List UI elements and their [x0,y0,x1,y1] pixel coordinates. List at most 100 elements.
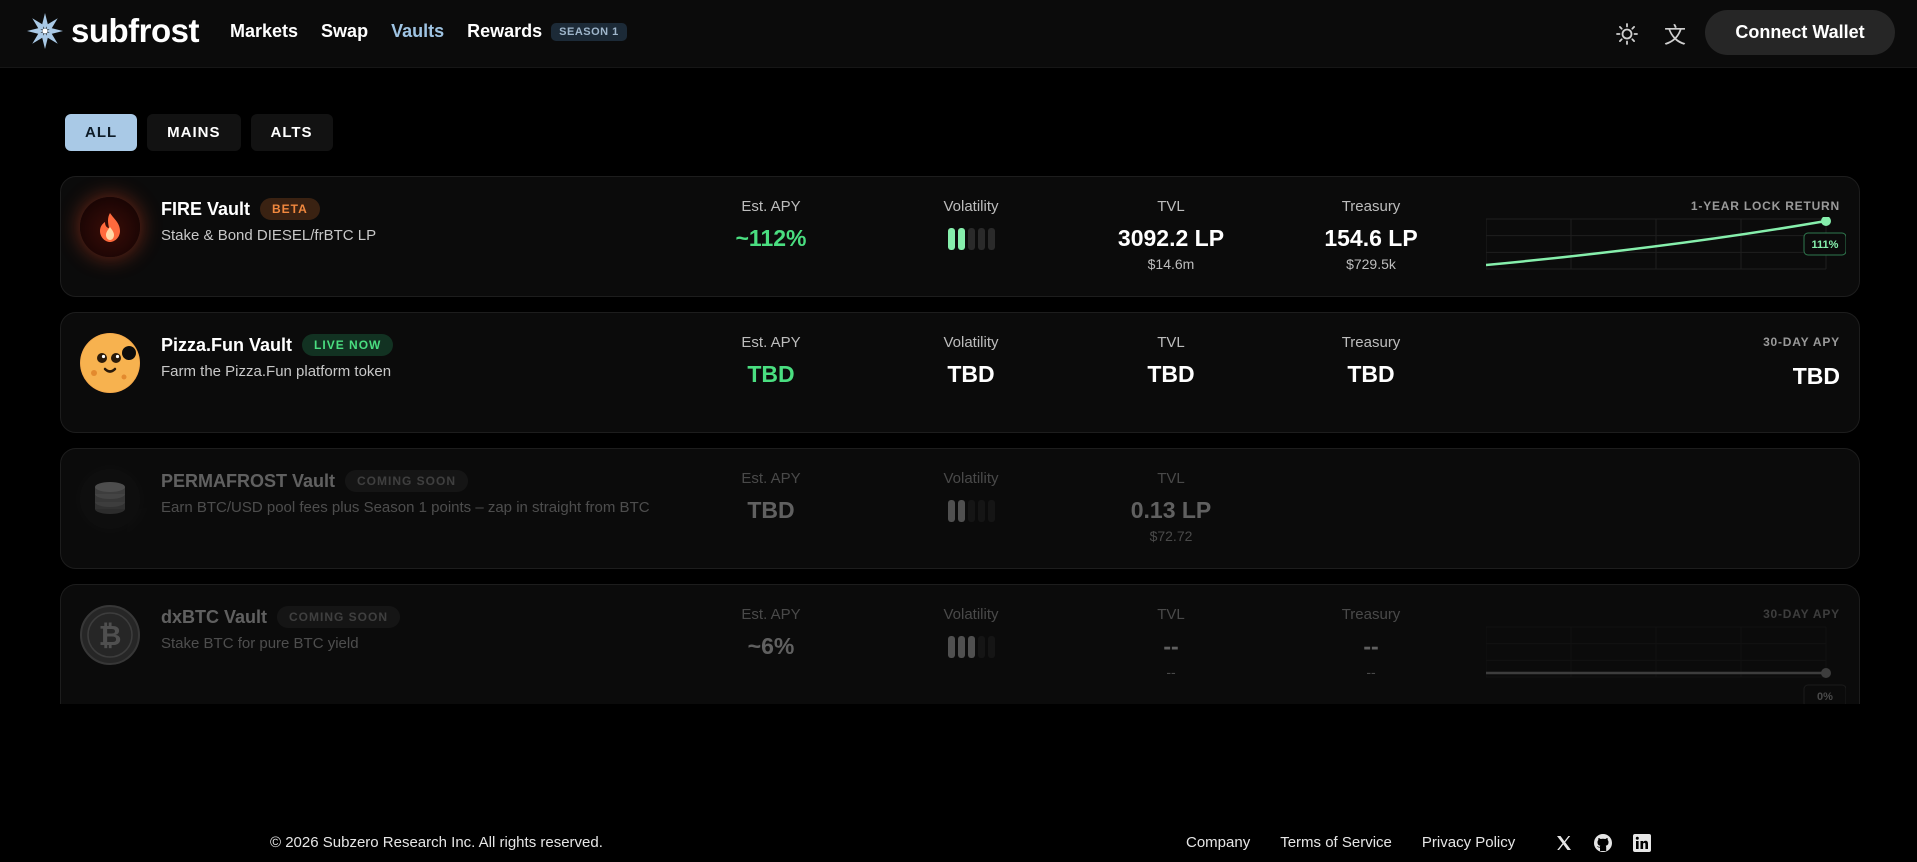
treasury-usd: -- [1366,664,1376,680]
apy-label: Est. APY [741,606,801,623]
live-now-badge: LIVE NOW [302,334,394,356]
content-fade [0,704,1917,744]
top-nav: subfrost Markets Swap Vaults Rewards SEA… [0,0,1917,68]
connect-wallet-button[interactable]: Connect Wallet [1705,10,1895,55]
volatility-meter [871,500,1071,522]
snowflake-icon [27,13,63,49]
treasury-value: TBD [1347,361,1395,387]
volatility-bar [977,228,985,250]
vault-description: Stake & Bond DIESEL/frBTC LP [161,227,377,244]
volatility-bar [987,228,995,250]
footer-copyright: © 2026 Subzero Research Inc. All rights … [270,834,603,851]
apy-label: Est. APY [741,470,801,487]
volatility-label: Volatility [943,334,999,351]
volatility-bar [947,636,955,658]
nav-links: Markets Swap Vaults Rewards SEASON 1 [230,21,627,42]
volatility-stat: Volatility TBD [871,334,1071,388]
thirty-day-apy-label: 30-DAY APY [1763,607,1840,621]
vault-card-pizza-fun[interactable]: Pizza.Fun Vault LIVE NOW Farm the Pizza.… [60,312,1860,433]
coin-stack-icon [80,469,140,529]
tvl-label: TVL [1157,470,1185,487]
volatility-bar [957,636,965,658]
treasury-label: Treasury [1341,334,1401,351]
volatility-bar [977,636,985,658]
apy-value: ~112% [735,225,807,251]
footer-links: Company Terms of Service Privacy Policy [1186,834,1515,851]
vault-description: Stake BTC for pure BTC yield [161,635,359,652]
volatility-bar [967,636,975,658]
nav-link-swap[interactable]: Swap [321,21,368,42]
theme-toggle-sun-icon[interactable] [1611,18,1643,50]
volatility-value: TBD [947,361,995,387]
footer-link-privacy[interactable]: Privacy Policy [1422,834,1515,851]
volatility-bar [947,500,955,522]
nav-link-vaults[interactable]: Vaults [391,21,444,42]
tvl-value: TBD [1147,361,1195,387]
volatility-bar [957,228,965,250]
volatility-label: Volatility [943,198,999,215]
apy-stat: Est. APY ~6% [671,606,871,660]
treasury-value: 154.6 LP [1324,225,1418,251]
footer-link-company[interactable]: Company [1186,834,1250,851]
tvl-usd: -- [1166,664,1176,680]
treasury-stat: Treasury 154.6 LP $729.5k [1271,198,1471,272]
filter-all[interactable]: ALL [65,114,138,151]
vault-card-fire[interactable]: FIRE Vault BETA Stake & Bond DIESEL/frBT… [60,176,1860,297]
filter-mains[interactable]: MAINS [147,114,241,151]
treasury-value: -- [1363,633,1379,659]
volatility-bar [987,500,995,522]
bitcoin-icon: ₿ [80,605,140,665]
treasury-stat: Treasury TBD [1271,334,1471,388]
apy-value: TBD [747,361,795,387]
thirty-day-apy-chart: 0% [1486,626,1846,704]
github-icon[interactable] [1592,832,1614,854]
volatility-label: Volatility [943,606,999,623]
vault-name: FIRE Vault [161,198,251,219]
lock-return-chart: 111% [1486,217,1846,270]
fire-icon [80,197,140,257]
filter-alts[interactable]: ALTS [250,114,333,151]
volatility-bar [967,228,975,250]
vault-description: Earn BTC/USD pool fees plus Season 1 poi… [161,499,650,516]
vault-description: Farm the Pizza.Fun platform token [161,363,392,380]
volatility-meter [871,228,1071,250]
coming-soon-badge: COMING SOON [277,606,401,628]
nav-link-rewards[interactable]: Rewards [467,21,542,42]
svg-text:₿: ₿ [99,619,122,652]
linkedin-icon[interactable] [1631,832,1653,854]
vault-card-permafrost[interactable]: PERMAFROST Vault COMING SOON Earn BTC/US… [60,448,1860,569]
tvl-label: TVL [1157,606,1185,623]
vault-card-dxbtc[interactable]: ₿ dxBTC Vault COMING SOON Stake BTC for … [60,584,1860,704]
tvl-value: -- [1163,633,1179,659]
thirty-day-apy-label: 30-DAY APY [1763,335,1840,349]
volatility-stat: Volatility [871,470,1071,522]
apy-stat: Est. APY TBD [671,470,871,524]
end-label: 111% [1812,239,1839,251]
tvl-stat: TVL TBD [1071,334,1271,388]
tvl-value: 3092.2 LP [1117,225,1225,251]
volatility-bar [967,500,975,522]
footer-link-terms[interactable]: Terms of Service [1280,834,1392,851]
tvl-stat: TVL 3092.2 LP $14.6m [1071,198,1271,272]
treasury-usd: $729.5k [1346,256,1396,272]
tvl-usd: $14.6m [1147,256,1195,272]
coming-soon-badge: COMING SOON [345,470,469,492]
x-twitter-icon[interactable] [1553,832,1575,854]
volatility-bar [957,500,965,522]
tvl-usd: $72.72 [1149,528,1193,544]
brand-logo[interactable]: subfrost [25,11,200,51]
treasury-label: Treasury [1341,198,1401,215]
apy-label: Est. APY [741,198,801,215]
tvl-label: TVL [1157,334,1185,351]
tvl-stat: TVL 0.13 LP $72.72 [1071,470,1271,544]
language-icon[interactable]: 文 [1659,18,1691,50]
volatility-stat: Volatility [871,198,1071,250]
nav-link-markets[interactable]: Markets [230,21,298,42]
apy-stat: Est. APY ~112% [671,198,871,252]
lock-return-label: 1-YEAR LOCK RETURN [1690,199,1840,213]
vault-filter-tabs: ALL MAINS ALTS [65,114,333,151]
apy-value: TBD [747,497,795,523]
end-label: 0% [1817,691,1833,703]
end-point [1821,217,1831,226]
apy-stat: Est. APY TBD [671,334,871,388]
